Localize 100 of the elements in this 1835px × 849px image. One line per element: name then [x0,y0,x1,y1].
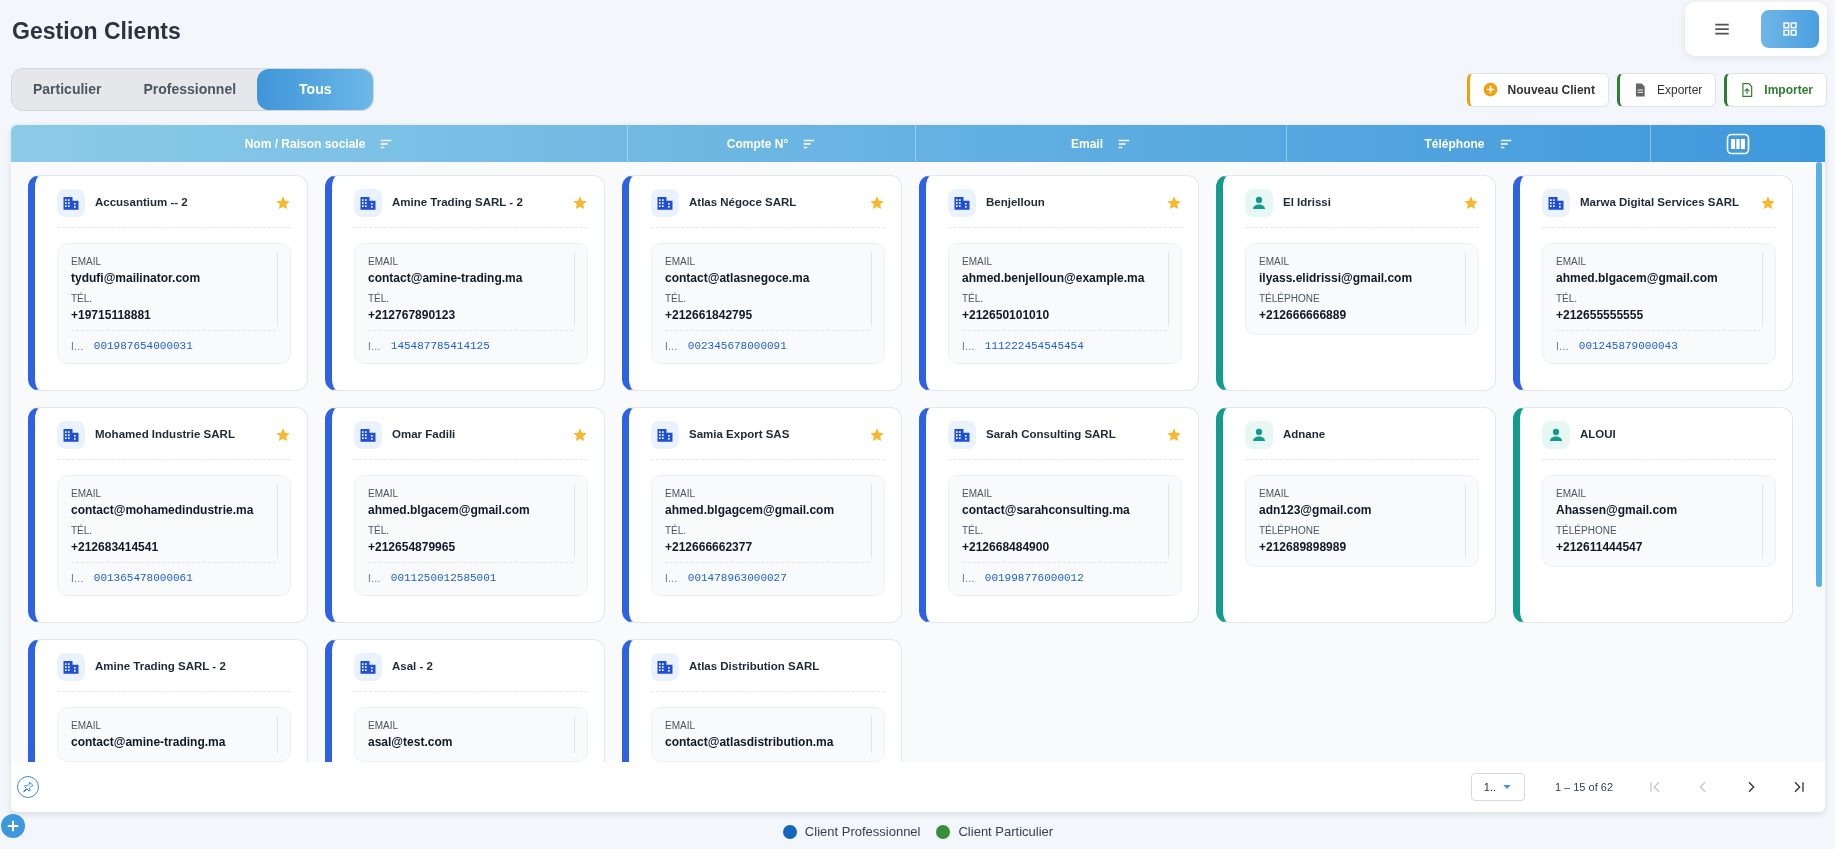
client-card[interactable]: Amine Trading SARL - 2 EMAIL contact@amine-trading.ma TÉL. +212767890123 I… 145487785414125 [325,175,605,391]
field-label: EMAIL [1259,255,1290,269]
filter-tab[interactable]: Particulier [12,69,123,110]
account-number: 111222454545454 [984,339,1084,354]
account-number: 0011250012585001 [390,571,497,586]
star-icon[interactable] [869,426,885,443]
star-icon[interactable] [1166,426,1182,443]
client-card[interactable]: Asal - 2 EMAIL asal@test.com [325,639,605,762]
star-icon[interactable] [1463,194,1479,211]
phone-value: +212654879965 [368,539,457,556]
field-label: EMAIL [962,487,993,501]
phone-value: +212650101010 [962,307,1051,324]
field-label: EMAIL [1556,255,1587,269]
field-label: TÉL. [665,291,688,306]
field-label: EMAIL [665,255,696,269]
field-label: I… [962,571,975,586]
action-button[interactable]: Importer [1724,72,1827,107]
plus-circle-icon [1482,82,1498,97]
client-card[interactable]: Adnane EMAIL adn123@gmail.com TÉLÉPHONE +212689898989 [1216,407,1496,623]
client-card[interactable]: Atlas Négoce SARL EMAIL contact@atlasnegoce.ma TÉL. +212661842795 I… 002345678000091 [622,175,902,391]
action-button[interactable]: Nouveau Client [1466,72,1609,107]
grid-view-button[interactable] [1761,10,1819,48]
email-value: contact@amine-trading.ma [368,270,524,287]
account-number: 001987654000031 [93,339,193,354]
client-card[interactable]: El Idrissi EMAIL ilyass.elidrissi@gmail.com TÉLÉPHONE +212666666889 [1216,175,1496,391]
page-range: 1 – 15 of 62 [1554,779,1613,795]
field-label: EMAIL [962,255,993,269]
plus-icon [6,819,20,833]
file-upload-icon [1740,82,1755,97]
page-title: Gestion Clients [12,17,181,46]
phone-value: +212611444547 [1556,539,1644,556]
client-card[interactable]: Marwa Digital Services SARL EMAIL ahmed.blgacem@gmail.com TÉL. +212655555555 I… 001245879000043 [1513,175,1793,391]
phone-value: +212767890123 [368,307,457,324]
field-label: EMAIL [71,719,102,733]
client-name: El Idrissi [1283,194,1332,210]
email-value: ahmed.blgacem@gmail.com [368,502,531,519]
client-card[interactable]: Atlas Distribution SARL EMAIL contact@atlasdistribution.ma [622,639,902,762]
client-name: Marwa Digital Services SARL [1580,194,1741,210]
field-label: I… [71,339,84,354]
field-label: TÉL. [962,291,985,306]
email-value: asal@test.com [368,734,454,751]
client-name: Atlas Négoce SARL [689,194,798,210]
field-label: TÉL. [1556,291,1579,306]
pin-icon[interactable] [17,776,39,798]
client-card[interactable]: Amine Trading SARL - 2 EMAIL contact@amine-trading.ma [28,639,308,762]
field-label: TÉLÉPHONE [1259,291,1321,306]
client-card[interactable]: ALOUI EMAIL Ahassen@gmail.com TÉLÉPHONE +212611444547 [1513,407,1793,623]
email-value: adn123@gmail.com [1259,502,1373,519]
columns-icon[interactable] [1726,131,1750,156]
email-value: Ahassen@gmail.com [1556,502,1679,519]
field-label: TÉL. [665,523,688,538]
client-card[interactable]: Benjelloun EMAIL ahmed.benjelloun@example.ma TÉL. +212650101010 I… 111222454545454 [919,175,1199,391]
account-number: 001245879000043 [1578,339,1678,354]
client-name: Amine Trading SARL - 2 [95,658,227,674]
star-icon[interactable] [572,426,588,443]
phone-value: +212661842795 [665,307,754,324]
star-icon[interactable] [275,426,291,443]
client-card[interactable]: Omar Fadili EMAIL ahmed.blgacem@gmail.com TÉL. +212654879965 I… 0011250012585001 [325,407,605,623]
field-label: I… [368,339,381,354]
client-card[interactable]: Samia Export SAS EMAIL ahmed.blgagcem@gmail.com TÉL. +212666662377 I… 001478963000027 [622,407,902,623]
client-name: Adnane [1283,426,1327,442]
phone-value: +212655555555 [1556,307,1645,324]
star-icon[interactable] [572,194,588,211]
star-icon[interactable] [869,194,885,211]
caret-icon [1502,782,1512,792]
client-name: Samia Export SAS [689,426,791,442]
account-number: 001365478000061 [93,571,193,586]
email-value: ahmed.blgacem@gmail.com [1556,270,1719,287]
field-label: EMAIL [1556,487,1587,501]
star-icon[interactable] [275,194,291,211]
star-icon[interactable] [1760,194,1776,211]
legend-label: Client Professionnel [804,823,921,841]
email-value: contact@sarahconsulting.ma [962,502,1131,519]
client-card[interactable]: Sarah Consulting SARL EMAIL contact@sarahconsulting.ma TÉL. +212668484900 I… 001998776000012 [919,407,1199,623]
scrollbar[interactable] [1816,162,1822,587]
field-label: TÉLÉPHONE [1556,523,1618,538]
field-label: TÉLÉPHONE [1259,523,1321,538]
action-button[interactable]: Exporter [1616,72,1717,107]
field-label: EMAIL [665,719,696,733]
page-size-select[interactable]: 1.. [1470,773,1525,801]
add-button[interactable] [1,814,25,838]
field-label: I… [665,339,678,354]
email-value: ilyass.elidrissi@gmail.com [1259,270,1414,287]
client-card[interactable]: Mohamed Industrie SARL EMAIL contact@mohamedindustrie.ma TÉL. +212683414541 I… 001365478000061 [28,407,308,623]
phone-value: +19715118881 [71,307,152,324]
field-label: I… [368,571,381,586]
filter-tab[interactable]: Professionnel [122,69,258,110]
field-label: I… [665,571,678,586]
client-name: Accusantium -- 2 [95,194,189,210]
star-icon[interactable] [1166,194,1182,211]
field-label: TÉL. [71,523,94,538]
account-number: 001478963000027 [687,571,787,586]
client-name: Mohamed Industrie SARL [95,426,236,442]
phone-value: +212666666889 [1259,307,1348,324]
client-name: Omar Fadili [392,426,457,442]
account-number: 002345678000091 [687,339,787,354]
client-card[interactable]: Accusantium -- 2 EMAIL tydufi@mailinator.com TÉL. +19715118881 I… 001987654000031 [28,175,308,391]
email-value: contact@atlasnegoce.ma [665,270,811,287]
field-label: EMAIL [1259,487,1290,501]
grid-icon [1782,21,1798,37]
